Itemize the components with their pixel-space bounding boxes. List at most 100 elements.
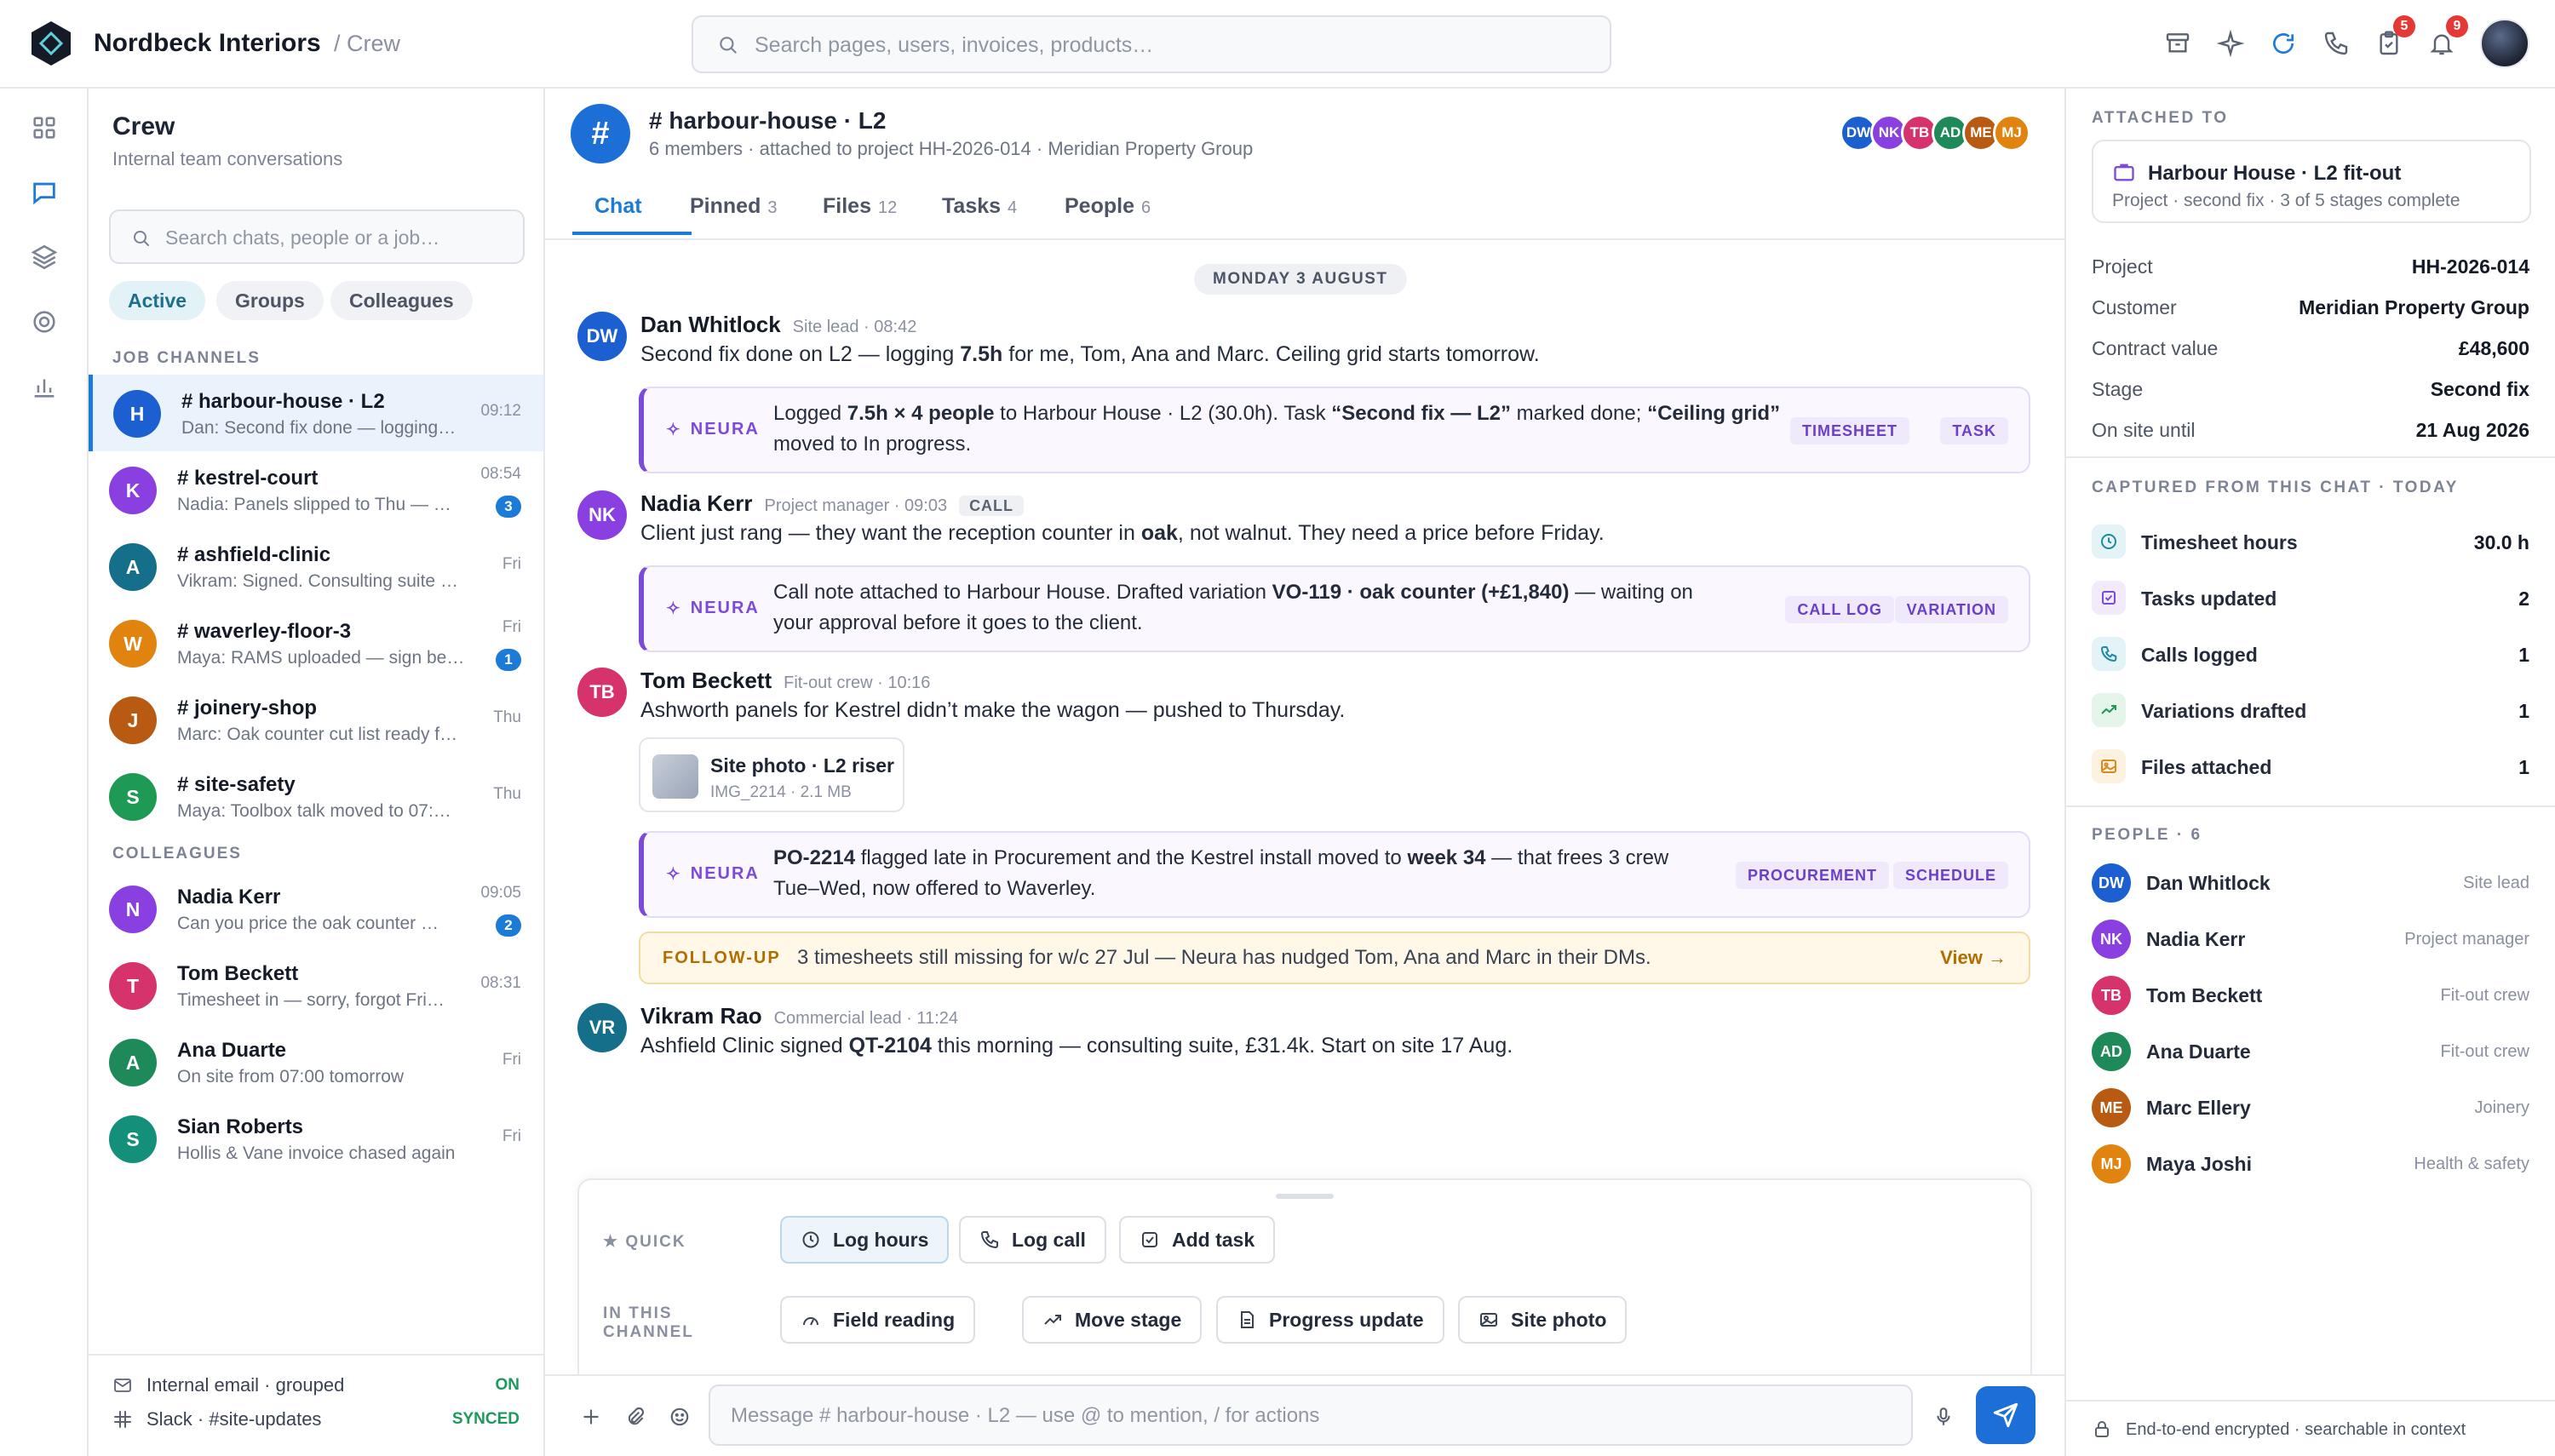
bar-chart-icon[interactable] bbox=[26, 368, 63, 405]
microphone-icon[interactable] bbox=[1928, 1402, 1959, 1432]
neura-tag[interactable]: TASK bbox=[1940, 417, 2008, 444]
message-author[interactable]: Vikram Rao Commercial lead · 11:24 bbox=[640, 1003, 958, 1029]
neura-card[interactable]: ✧ NEURA Logged 7.5h × 4 people to Harbour… bbox=[639, 387, 2030, 473]
attached-project-card[interactable]: Harbour House · L2 fit-out Project · sec… bbox=[2092, 140, 2531, 223]
avatar: A bbox=[109, 543, 157, 591]
send-button[interactable] bbox=[1976, 1386, 2035, 1444]
tab-people[interactable]: People 6 bbox=[1065, 194, 1151, 219]
search-icon bbox=[134, 231, 149, 246]
field-reading-button[interactable]: Field reading bbox=[780, 1296, 976, 1344]
captured-label: Tasks updated bbox=[2141, 588, 2277, 610]
person-row[interactable]: MJ Maya Joshi Health & safety bbox=[2066, 1144, 2555, 1187]
log-call-button[interactable]: Log call bbox=[959, 1216, 1106, 1264]
paperclip-icon[interactable] bbox=[620, 1402, 651, 1432]
person-row[interactable]: NK Nadia Kerr Project manager bbox=[2066, 920, 2555, 962]
avatar[interactable]: DW bbox=[577, 312, 627, 361]
tasks-icon[interactable]: 5 bbox=[2371, 15, 2415, 61]
add-task-button[interactable]: Add task bbox=[1119, 1216, 1276, 1264]
neura-tag[interactable]: VARIATION bbox=[1894, 596, 2008, 623]
log-hours-button[interactable]: Log hours bbox=[780, 1216, 950, 1264]
neura-tag[interactable]: PROCUREMENT bbox=[1735, 862, 1889, 889]
chat-search-input[interactable] bbox=[165, 223, 514, 252]
refresh-icon[interactable] bbox=[2265, 26, 2301, 61]
person-role: Fit-out crew bbox=[2440, 1042, 2529, 1061]
site-photo-button[interactable]: Site photo bbox=[1458, 1296, 1628, 1344]
file-attachment[interactable]: Site photo · L2 riser IMG_2214 · 2.1 MB bbox=[639, 737, 904, 812]
drag-handle[interactable] bbox=[1276, 1194, 1334, 1199]
neura-tag[interactable]: TIMESHEET bbox=[1789, 417, 1909, 444]
tab-chat[interactable]: Chat bbox=[594, 194, 642, 219]
message-composer[interactable] bbox=[709, 1384, 1913, 1446]
chat-search[interactable] bbox=[109, 209, 525, 264]
row-time: 09:05 bbox=[480, 884, 521, 902]
tab-label: People bbox=[1065, 194, 1134, 218]
phone-icon[interactable] bbox=[2318, 26, 2354, 61]
lock-icon bbox=[2092, 1419, 2112, 1439]
neura-tag[interactable]: SCHEDULE bbox=[1892, 862, 2008, 889]
person-name: Nadia Kerr bbox=[2146, 928, 2246, 950]
colleague-row[interactable]: A Ana Duarte On site from 07:00 tomorrow Fr… bbox=[89, 1023, 543, 1100]
message-author[interactable]: Tom Beckett Fit-out crew · 10:16 bbox=[640, 668, 930, 694]
message-text: Client just rang — they want the recepti… bbox=[640, 521, 1605, 545]
member-avatar[interactable]: MJ bbox=[1993, 114, 2030, 152]
channel-row[interactable]: K # kestrel-court Nadia: Panels slipped to… bbox=[89, 451, 543, 528]
neura-card[interactable]: ✧ NEURA PO-2214 flagged late in Procureme… bbox=[639, 831, 2030, 918]
message-input[interactable] bbox=[731, 1402, 1889, 1430]
progress-update-button[interactable]: Progress update bbox=[1216, 1296, 1444, 1344]
channel-row[interactable]: A # ashfield-clinic Vikram: Signed. Consul… bbox=[89, 528, 543, 605]
channel-row[interactable]: W # waverley-floor-3 Maya: RAMS uploaded —… bbox=[89, 605, 543, 681]
message-author[interactable]: Nadia Kerr Project manager · 09:03 CALL bbox=[640, 490, 1025, 517]
tab-pinned[interactable]: Pinned 3 bbox=[690, 194, 777, 219]
follow-up-view-link[interactable]: View → bbox=[1940, 947, 2007, 969]
neura-tag[interactable]: CALL LOG bbox=[1785, 596, 1894, 623]
captured-value: 1 bbox=[2518, 700, 2529, 722]
user-avatar[interactable] bbox=[2480, 19, 2529, 68]
channel-row[interactable]: J # joinery-shop Marc: Oak counter cut lis… bbox=[89, 681, 543, 758]
emoji-icon[interactable] bbox=[664, 1402, 695, 1432]
filter-chip-groups[interactable]: Groups bbox=[216, 281, 324, 320]
field-value: HH-2026-014 bbox=[2411, 255, 2529, 278]
plus-icon[interactable] bbox=[576, 1402, 606, 1432]
people-label: PEOPLE · 6 bbox=[2092, 826, 2202, 844]
layers-icon[interactable] bbox=[26, 238, 63, 276]
colleague-row[interactable]: N Nadia Kerr Can you price the oak counter… bbox=[89, 870, 543, 947]
brand-logo-icon[interactable] bbox=[27, 20, 75, 67]
row-name: Ana Duarte bbox=[177, 1039, 287, 1062]
sparkle-icon[interactable] bbox=[2213, 26, 2248, 61]
row-time: Fri bbox=[502, 555, 521, 573]
divider bbox=[2066, 805, 2555, 807]
person-row[interactable]: AD Ana Duarte Fit-out crew bbox=[2066, 1032, 2555, 1075]
avatar[interactable]: NK bbox=[577, 490, 627, 540]
channel-row[interactable]: S # site-safety Maya: Toolbox talk moved t… bbox=[89, 758, 543, 834]
message-author[interactable]: Dan Whitlock Site lead · 08:42 bbox=[640, 312, 916, 338]
tab-files[interactable]: Files 12 bbox=[823, 194, 897, 219]
avatar[interactable]: TB bbox=[577, 668, 627, 717]
slack-row[interactable]: Slack · #site-updates bbox=[112, 1405, 321, 1434]
grid-icon[interactable] bbox=[26, 109, 63, 146]
neura-card[interactable]: ✧ NEURA Call note attached to Harbour Hou… bbox=[639, 565, 2030, 652]
internal-email-row[interactable]: Internal email · grouped bbox=[112, 1371, 344, 1400]
image-icon bbox=[1480, 1313, 1497, 1327]
archive-icon[interactable] bbox=[2160, 26, 2196, 61]
avatar: NK bbox=[2092, 920, 2131, 959]
row-preview: Nadia: Panels slipped to Thu — … bbox=[177, 495, 451, 514]
person-row[interactable]: DW Dan Whitlock Site lead bbox=[2066, 863, 2555, 906]
person-row[interactable]: ME Marc Ellery Joinery bbox=[2066, 1088, 2555, 1131]
avatar[interactable]: VR bbox=[577, 1003, 627, 1052]
filter-chip-colleagues[interactable]: Colleagues bbox=[330, 281, 473, 320]
filter-chip-active[interactable]: Active bbox=[109, 281, 206, 320]
chat-icon[interactable] bbox=[26, 174, 63, 211]
move-stage-button[interactable]: Move stage bbox=[1022, 1296, 1203, 1344]
tab-tasks[interactable]: Tasks 4 bbox=[942, 194, 1017, 219]
channel-row[interactable]: H # harbour-house · L2 Dan: Second fix don… bbox=[89, 375, 543, 451]
bell-icon[interactable]: 9 bbox=[2424, 15, 2468, 61]
person-name: Maya Joshi bbox=[2146, 1153, 2252, 1175]
colleague-row[interactable]: T Tom Beckett Timesheet in — sorry, forgot… bbox=[89, 947, 543, 1023]
target-icon[interactable] bbox=[26, 303, 63, 341]
colleague-row[interactable]: S Sian Roberts Hollis & Vane invoice chase… bbox=[89, 1100, 543, 1177]
person-name: Dan Whitlock bbox=[2146, 872, 2271, 894]
row-time: Thu bbox=[493, 785, 521, 803]
global-search-input[interactable] bbox=[755, 29, 1589, 61]
global-search[interactable] bbox=[692, 15, 1611, 73]
person-row[interactable]: TB Tom Beckett Fit-out crew bbox=[2066, 976, 2555, 1018]
